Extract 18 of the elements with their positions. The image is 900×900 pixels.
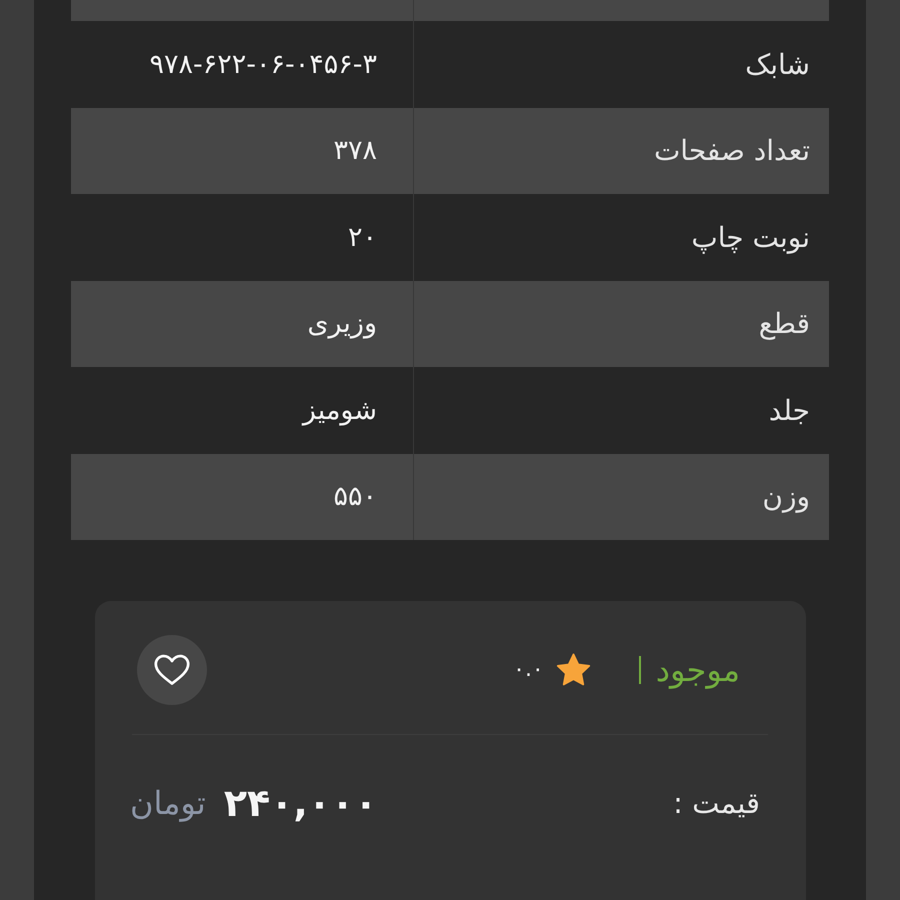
availability-status: موجود [656, 650, 740, 690]
spec-label: قطع [758, 307, 810, 340]
spec-value: ۳۷۸ [333, 135, 377, 166]
spec-label: تعداد صفحات [654, 134, 810, 168]
spec-value: ۲۰ [348, 222, 377, 253]
spec-value: ۵۵۰ [333, 481, 377, 512]
price-label: قیمت : [673, 786, 760, 820]
spec-label: شابک [745, 48, 810, 81]
price-amount: ۲۴۰,۰۰۰ [224, 781, 378, 825]
spec-label: جلد [768, 394, 810, 427]
currency-label: تومان [130, 784, 206, 822]
star-icon [556, 652, 591, 687]
spec-label: نوبت چاپ [691, 220, 810, 254]
spec-value: شومیز [302, 394, 377, 426]
rating-value: ۰.۰ [513, 657, 544, 682]
spec-value: ۹۷۸-۶۲۲-۰۶-۰۴۵۶-۳ [150, 48, 377, 80]
spec-label: وزن [762, 480, 810, 514]
spec-value: وزیری [307, 308, 377, 340]
